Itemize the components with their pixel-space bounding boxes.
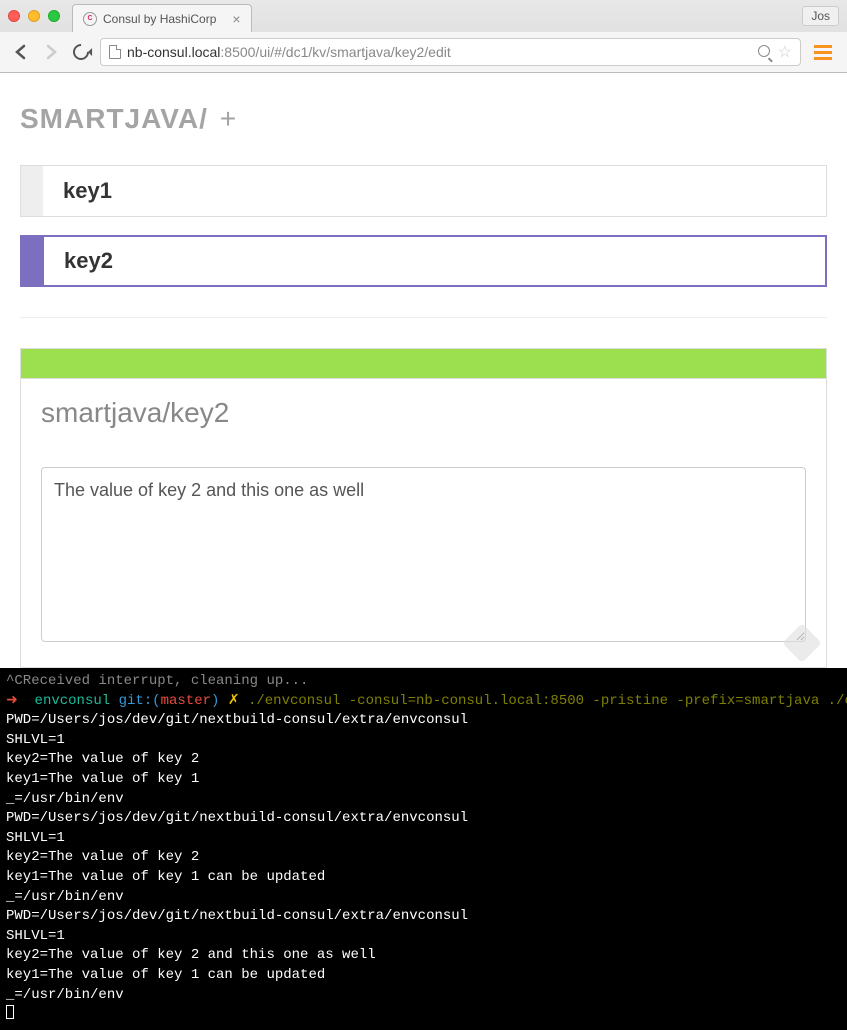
terminal-line: _=/usr/bin/env [6, 987, 124, 1003]
key-item-key2[interactable]: key2 [20, 235, 827, 287]
zoom-icon[interactable] [758, 45, 772, 59]
maximize-window-button[interactable] [48, 10, 60, 22]
browser-toolbar: nb-consul.local:8500/ui/#/dc1/kv/smartja… [0, 32, 847, 72]
key-item-key1[interactable]: key1 [20, 165, 827, 217]
terminal-cursor [6, 1005, 14, 1019]
prompt-dir: envconsul [35, 693, 111, 709]
reload-icon [70, 41, 93, 64]
terminal-line: key1=The value of key 1 can be updated [6, 869, 325, 885]
url-text: nb-consul.local:8500/ui/#/dc1/kv/smartja… [127, 44, 752, 60]
bookmark-star-icon[interactable]: ☆ [778, 42, 792, 62]
window-controls [8, 10, 60, 22]
forward-button[interactable] [40, 41, 62, 63]
close-tab-icon[interactable]: × [232, 11, 240, 27]
hamburger-menu-button[interactable] [809, 38, 837, 66]
key-label: key1 [43, 178, 112, 204]
terminal-line: SHLVL=1 [6, 830, 65, 846]
prompt-arrow: ➜ [6, 693, 18, 709]
terminal-line: key1=The value of key 1 [6, 771, 199, 787]
prompt-branch: master [161, 693, 211, 709]
url-path: :8500/ui/#/dc1/kv/smartjava/key2/edit [220, 44, 450, 60]
key-marker [22, 237, 44, 285]
terminal-command: ./envconsul -consul=nb-consul.local:8500… [248, 693, 847, 709]
reload-button[interactable] [70, 41, 92, 63]
terminal-line: SHLVL=1 [6, 928, 65, 944]
terminal-line: PWD=/Users/jos/dev/git/nextbuild-consul/… [6, 908, 468, 924]
breadcrumb-row: SMARTJAVA/ + [20, 103, 827, 135]
tab-bar: C Consul by HashiCorp × Jos [0, 0, 847, 32]
page-content: SMARTJAVA/ + key1 key2 smartjava/key2 [0, 73, 847, 668]
terminal-line: PWD=/Users/jos/dev/git/nextbuild-consul/… [6, 712, 468, 728]
terminal-line: _=/usr/bin/env [6, 791, 124, 807]
prompt-dirty: ✗ [228, 693, 240, 709]
browser-chrome: C Consul by HashiCorp × Jos nb-consul.lo… [0, 0, 847, 73]
editor-body [21, 447, 826, 667]
page-icon [109, 45, 121, 59]
terminal-line: PWD=/Users/jos/dev/git/nextbuild-consul/… [6, 810, 468, 826]
breadcrumb[interactable]: SMARTJAVA/ [20, 103, 208, 135]
tab-title: Consul by HashiCorp [103, 12, 216, 26]
user-badge[interactable]: Jos [802, 6, 839, 26]
url-host: nb-consul.local [127, 44, 220, 60]
terminal-line: SHLVL=1 [6, 732, 65, 748]
terminal-line: _=/usr/bin/env [6, 889, 124, 905]
terminal-line: key2=The value of key 2 [6, 751, 199, 767]
terminal-line: key2=The value of key 2 and this one as … [6, 947, 376, 963]
consul-favicon-icon: C [83, 12, 97, 26]
key-list: key1 key2 [20, 165, 827, 287]
editor-panel: smartjava/key2 [20, 348, 827, 668]
add-key-button[interactable]: + [220, 103, 236, 135]
terminal[interactable]: ^CReceived interrupt, cleaning up... ➜ e… [0, 668, 847, 1030]
key-marker [21, 166, 43, 216]
prompt-git-close: ) [211, 693, 219, 709]
terminal-line: key1=The value of key 1 can be updated [6, 967, 325, 983]
browser-tab[interactable]: C Consul by HashiCorp × [72, 4, 252, 32]
key-label: key2 [44, 248, 113, 274]
close-window-button[interactable] [8, 10, 20, 22]
editor-status-bar [21, 349, 826, 379]
prompt-git: git:( [119, 693, 161, 709]
terminal-line: ^CReceived interrupt, cleaning up... [6, 673, 308, 689]
back-button[interactable] [10, 41, 32, 63]
editor-title: smartjava/key2 [21, 379, 826, 447]
minimize-window-button[interactable] [28, 10, 40, 22]
address-bar[interactable]: nb-consul.local:8500/ui/#/dc1/kv/smartja… [100, 38, 801, 66]
divider [20, 317, 827, 318]
value-textarea[interactable] [41, 467, 806, 642]
terminal-line: key2=The value of key 2 [6, 849, 199, 865]
